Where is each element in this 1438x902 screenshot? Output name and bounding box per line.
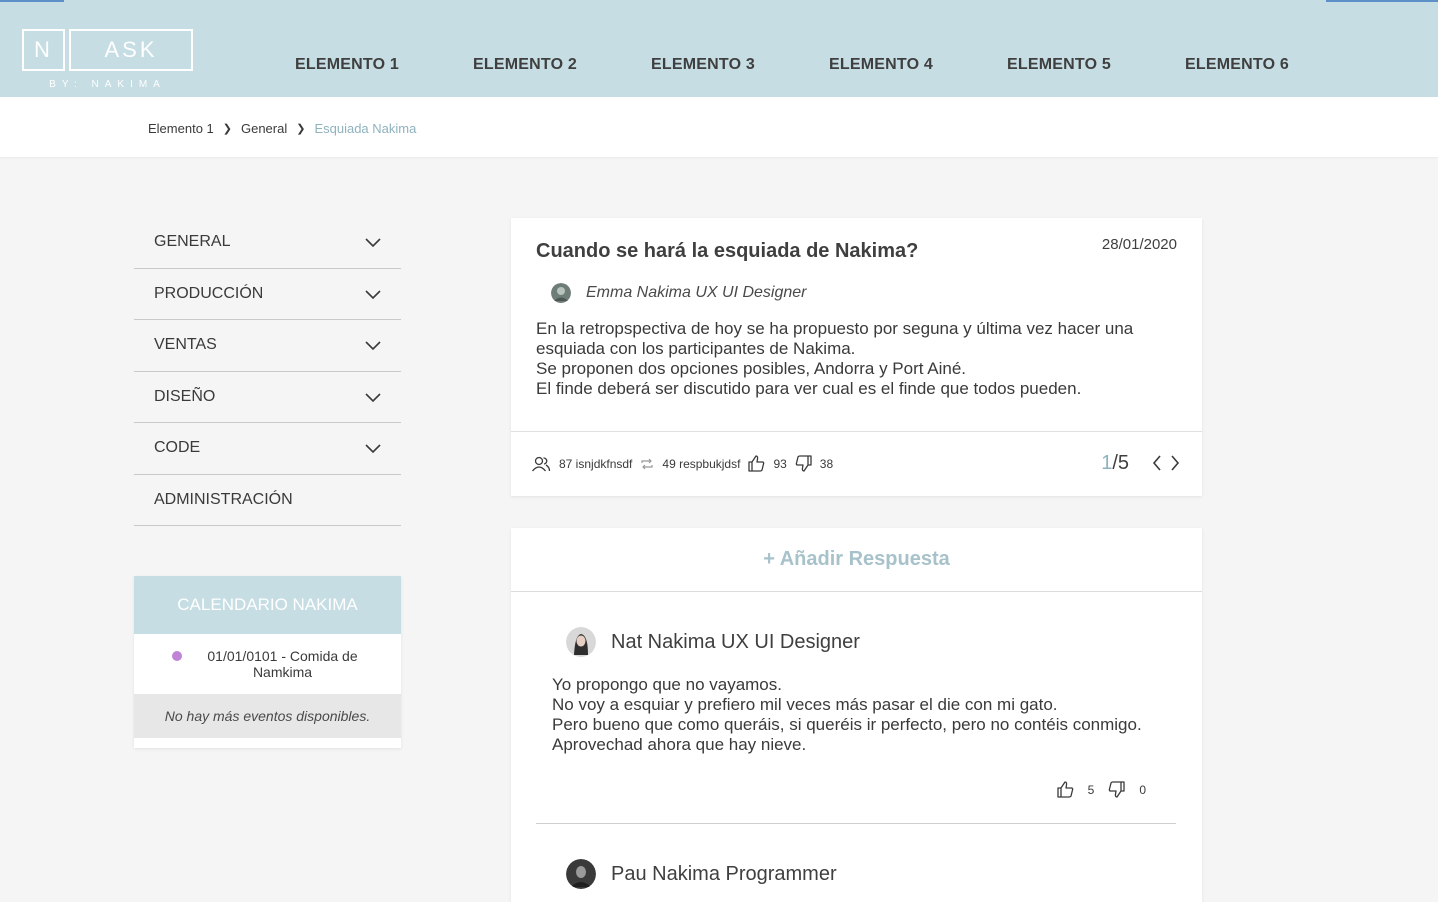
question-body-line: El finde deberá ser discutido para ver c… [536,379,1082,398]
sidebar-menu: GENERAL PRODUCCIÓN VENTAS DISEÑO CODE AD… [134,217,401,526]
answer-dislikes-count: 0 [1139,782,1146,797]
answer-author-name: Pau Nakima Programmer [611,862,837,885]
chevron-right-icon: ❯ [296,123,306,135]
question-card: Cuando se hará la esquiada de Nakima? 28… [511,218,1202,496]
question-author[interactable]: Emma Nakima UX UI Designer [551,283,807,303]
avatar [566,627,596,657]
question-author-name: Emma Nakima UX UI Designer [586,284,807,301]
header-accent-left [0,0,64,2]
calendar-title: CALENDARIO NAKIMA [134,576,401,634]
thumbs-up-icon[interactable] [1056,781,1074,798]
answer-votes: 5 0 [1056,781,1146,798]
nav-item-elemento-4[interactable]: ELEMENTO 4 [792,56,970,80]
answer-body-line: Aprovechad ahora que hay nieve. [552,735,807,754]
question-title: Cuando se hará la esquiada de Nakima? [536,240,919,262]
sidebar-item-produccion[interactable]: PRODUCCIÓN [134,269,401,320]
avatar [566,859,596,889]
users-icon [531,456,551,471]
sidebar-item-diseno[interactable]: DISEÑO [134,372,401,423]
calendar-widget: CALENDARIO NAKIMA 01/01/0101 - Comida de… [134,576,401,748]
question-footer: 87 isnjdkfnsdf 49 respbukjdsf 93 38 1/5 [511,431,1202,496]
breadcrumb-item-elemento-1[interactable]: Elemento 1 [148,121,214,136]
breadcrumb-bar: Elemento 1 ❯ General ❯ Esquiada Nakima [0,97,1438,157]
breadcrumb-item-current: Esquiada Nakima [314,121,417,136]
question-pager: 1/5 [1101,452,1129,475]
answers-card: + Añadir Respuesta Nat Nakima UX UI Desi… [511,528,1202,902]
chevron-right-icon[interactable] [1170,454,1180,472]
chevron-down-icon [365,341,381,351]
breadcrumb-item-general[interactable]: General [241,121,287,136]
answer-author[interactable]: Nat Nakima UX UI Designer [566,627,860,657]
thumbs-up-icon[interactable] [748,455,765,472]
pager-current: 1 [1101,452,1113,474]
thumbs-down-icon[interactable] [795,455,812,472]
sidebar-item-code[interactable]: CODE [134,423,401,475]
chevron-down-icon [365,392,381,402]
followers-count: 87 isnjdkfnsdf [559,456,633,471]
main-nav: ELEMENTO 1 ELEMENTO 2 ELEMENTO 3 ELEMENT… [258,56,1326,80]
logo[interactable]: N ASK BY: NAKIMA [22,29,193,91]
chevron-down-icon [365,444,381,454]
question-body-line: En la retropspectiva de hoy se ha propue… [536,319,1134,338]
calendar-empty-message: No hay más eventos disponibles. [134,694,401,738]
sidebar-item-label: GENERAL [154,233,231,251]
nav-item-elemento-5[interactable]: ELEMENTO 5 [970,56,1148,80]
event-dot-icon [172,651,182,661]
likes-count: 93 [773,456,787,471]
answer-body-line: No voy a esquiar y prefiero mil veces má… [552,695,1058,714]
answer-author[interactable]: Pau Nakima Programmer [566,859,837,889]
question-stats: 87 isnjdkfnsdf 49 respbukjdsf 93 38 [531,455,841,472]
reposts-count: 49 respbukjdsf [662,456,741,471]
chevron-down-icon [365,238,381,248]
sidebar-item-label: ADMINISTRACIÓN [154,490,293,508]
header-accent-right [1326,0,1438,2]
logo-n: N [22,29,65,71]
nav-item-elemento-1[interactable]: ELEMENTO 1 [258,56,436,80]
question-body-line: Se proponen dos opciones posibles, Andor… [536,359,967,378]
question-date: 28/01/2020 [1101,236,1177,253]
dislikes-count: 38 [819,456,834,471]
sidebar-item-label: DISEÑO [154,387,216,405]
chevron-left-icon[interactable] [1152,454,1162,472]
calendar-event-text: 01/01/0101 - Comida de Namkima [207,648,358,680]
answer-body-line: Yo propongo que no vayamos. [552,675,782,694]
thumbs-down-icon[interactable] [1108,781,1125,798]
answer-body: Yo propongo que no vayamos. No voy a esq… [552,675,1172,755]
logo-ask: ASK [69,29,193,71]
answer-likes-count: 5 [1087,782,1095,797]
chevron-right-icon: ❯ [222,123,232,135]
answer-body-line: Pero bueno que como queráis, si queréis … [552,715,1142,734]
pager-total: /5 [1112,452,1129,474]
sidebar-item-administracion[interactable]: ADMINISTRACIÓN [134,475,401,526]
logo-subtitle: BY: NAKIMA [49,79,166,90]
sidebar-item-ventas[interactable]: VENTAS [134,320,401,372]
add-answer-button[interactable]: + Añadir Respuesta [511,528,1202,592]
nav-item-elemento-2[interactable]: ELEMENTO 2 [436,56,614,80]
pager-arrows [1152,454,1180,472]
calendar-event[interactable]: 01/01/0101 - Comida de Namkima [134,634,401,694]
sidebar-item-label: PRODUCCIÓN [154,284,264,302]
question-body-line: esquiada con los participantes de Nakima… [536,339,856,358]
chevron-down-icon [365,289,381,299]
top-header: N ASK BY: NAKIMA ELEMENTO 1 ELEMENTO 2 E… [0,0,1438,97]
nav-item-elemento-6[interactable]: ELEMENTO 6 [1148,56,1326,80]
answer-author-name: Nat Nakima UX UI Designer [611,630,860,653]
question-body: En la retropspectiva de hoy se ha propue… [536,319,1176,399]
answer-divider [536,823,1176,824]
avatar [551,283,571,303]
sidebar-item-label: CODE [154,439,201,457]
nav-item-elemento-3[interactable]: ELEMENTO 3 [614,56,792,80]
breadcrumb: Elemento 1 ❯ General ❯ Esquiada Nakima [148,121,416,136]
sidebar-item-general[interactable]: GENERAL [134,217,401,269]
sidebar-item-label: VENTAS [154,336,217,354]
repost-icon[interactable] [640,457,654,471]
